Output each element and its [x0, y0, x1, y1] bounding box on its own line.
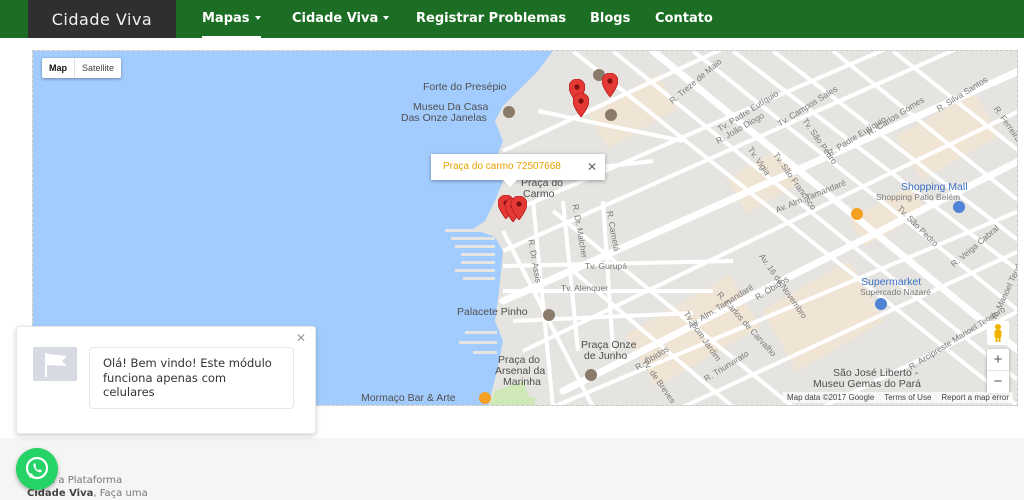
chat-close-icon[interactable]: ✕: [296, 331, 306, 345]
flag-avatar-icon: [33, 347, 77, 381]
label-sao-jose-2: Museu Gemas do Pará: [813, 378, 921, 390]
restaurant-icon: [851, 208, 863, 220]
nav-registrar-problemas[interactable]: Registrar Problemas: [416, 0, 566, 38]
label-arsenal-3: Marinha: [503, 376, 541, 388]
restaurant-icon: [479, 392, 491, 404]
map-type-map-button[interactable]: Map: [42, 58, 75, 78]
terms-of-use-link[interactable]: Terms of Use: [884, 392, 931, 403]
landmark-icon: [543, 309, 555, 321]
label-museu-2: Das Onze Janelas: [401, 112, 487, 124]
map-marker-pin[interactable]: [573, 93, 589, 117]
label-shopping-2: Shopping Patio Belém: [876, 192, 961, 202]
nav-mapas-label: Mapas: [202, 11, 250, 26]
nav-cidade-viva[interactable]: Cidade Viva: [292, 0, 390, 38]
nav-contato[interactable]: Contato: [655, 0, 713, 38]
street-view-pegman-icon[interactable]: [987, 321, 1009, 345]
label-supermarket-2: Supercado Nazaré: [860, 287, 931, 297]
zoom-out-button[interactable]: −: [987, 371, 1009, 393]
map-marker-pin[interactable]: [602, 73, 618, 97]
map-data-label: Map data ©2017 Google: [786, 393, 875, 402]
label-gurupa: Tv. Gurupá: [585, 261, 627, 271]
nav-mapas[interactable]: Mapas: [202, 0, 261, 38]
chat-message-bubble: Olá! Bem vindo! Este módulo funciona ape…: [89, 347, 294, 409]
museum-icon: [605, 109, 617, 121]
caret-down-icon: [383, 15, 390, 20]
footer: [0, 438, 1024, 500]
landmark-icon: [585, 369, 597, 381]
museum-icon: [503, 106, 515, 118]
caret-down-icon: [254, 15, 261, 20]
welcome-chat-popup: ✕ Olá! Bem vindo! Este módulo funciona a…: [16, 326, 316, 434]
cart-icon: [875, 298, 887, 310]
map-type-satellite-button[interactable]: Satellite: [75, 58, 121, 78]
map-marker-pin[interactable]: [511, 196, 527, 220]
footer-cta-rest: , Faça uma: [93, 488, 148, 499]
navbar: Cidade Viva Mapas Cidade Viva Registrar …: [0, 0, 1024, 38]
report-map-error-link[interactable]: Report a map error: [941, 392, 1009, 403]
info-window-close-icon[interactable]: ✕: [587, 154, 597, 180]
label-forte: Forte do Presépio: [423, 81, 507, 93]
label-palacete: Palacete Pinho: [457, 306, 528, 318]
footer-cta-text: Cidade Viva, Faça uma: [27, 488, 148, 499]
map-info-window: Praça do carmo 72507668 ✕: [431, 154, 605, 187]
nav-cidade-viva-label: Cidade Viva: [292, 11, 379, 26]
shopping-icon: [953, 201, 965, 213]
label-alenquer: Tv. Alenquer: [561, 283, 609, 293]
zoom-control: + −: [987, 349, 1009, 393]
map-attribution: Map data ©2017 Google Terms of Use Repor…: [782, 392, 1013, 403]
info-window-text[interactable]: Praça do carmo 72507668: [443, 161, 561, 172]
map-type-control: Map Satellite: [42, 58, 122, 78]
label-mormaco: Mormaço Bar & Arte: [361, 392, 456, 404]
brand-logo[interactable]: Cidade Viva: [28, 0, 176, 38]
whatsapp-icon[interactable]: [16, 448, 58, 490]
label-praca-onze-2: de Junho: [584, 350, 628, 362]
label-praca-carmo-2: Carmo: [523, 188, 555, 200]
zoom-in-button[interactable]: +: [987, 349, 1009, 371]
nav-blogs[interactable]: Blogs: [590, 0, 630, 38]
